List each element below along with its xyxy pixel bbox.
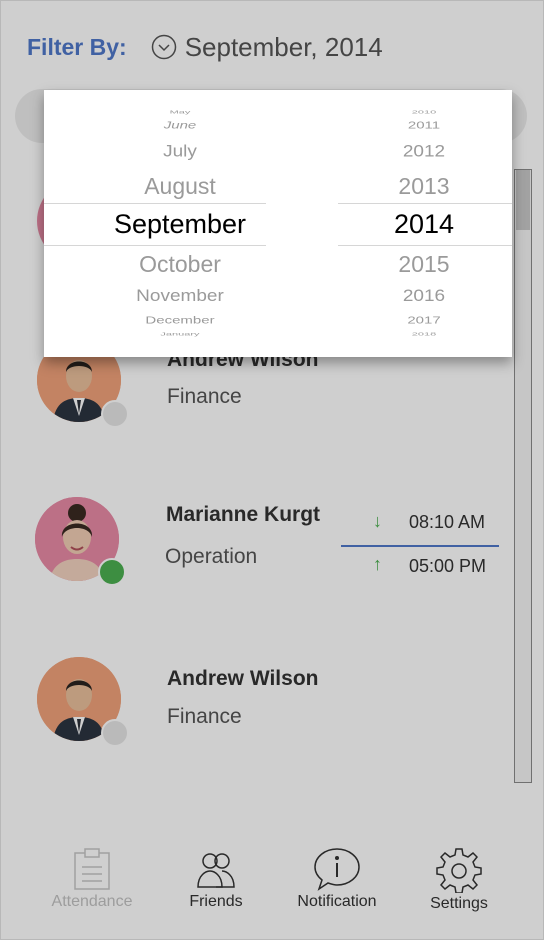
scrollbar[interactable] [514,169,532,783]
month-option[interactable]: December [44,315,316,327]
selection-line-top [44,203,266,204]
list-item[interactable]: Andrew Wilson Finance [1,655,521,755]
year-option[interactable]: 2018 [336,331,512,336]
info-icon [314,848,360,891]
year-option[interactable]: 2011 [336,120,512,132]
selection-line-bottom [44,245,266,246]
selection-line-top [338,203,512,204]
month-year-picker[interactable]: May June July August September October N… [44,90,512,357]
tab-label: Settings [430,895,488,912]
year-option[interactable]: 2010 [336,109,512,114]
filter-row[interactable]: Filter By: September, 2014 [27,29,383,65]
month-wheel[interactable]: May June July August September October N… [44,90,316,357]
year-option[interactable]: 2015 [336,251,512,278]
year-wheel[interactable]: 2010 2011 2012 2013 2014 2015 2016 2017 … [336,90,512,357]
employee-name: Andrew Wilson [167,667,319,690]
arrow-down-icon: ↓ [373,511,382,531]
month-option[interactable]: June [44,120,316,132]
month-option-selected[interactable]: September [44,209,316,240]
clipboard-icon [74,848,110,890]
chevron-down-circle-icon[interactable] [151,34,177,60]
tab-label: Friends [189,893,243,910]
filter-value[interactable]: September, 2014 [185,32,383,63]
attendance-times: ↓ 08:10 AM ↑ 05:00 PM [341,505,499,585]
month-option[interactable]: November [44,288,316,307]
year-option[interactable]: 2013 [336,173,512,200]
month-option[interactable]: August [44,173,316,200]
selection-line-bottom [338,245,512,246]
divider [341,545,499,547]
tab-label: Notification [297,893,377,910]
screen: Filter By: September, 2014 Andrew Wilson… [0,0,544,940]
status-online-indicator [98,558,126,586]
year-option[interactable]: 2017 [336,315,512,327]
check-in-time: 08:10 AM [409,512,486,532]
employee-department: Operation [165,545,258,568]
tab-friends[interactable]: Friends [156,847,276,911]
employee-department: Finance [167,385,242,408]
list-item[interactable]: Marianne Kurgt Operation ↓ 08:10 AM ↑ 05… [1,495,521,595]
tab-attendance[interactable]: Attendance [32,847,152,911]
scroll-thumb[interactable] [516,170,530,230]
employee-department: Finance [167,705,242,728]
tab-bar: Attendance Friends Notification Settings [1,841,543,931]
year-option[interactable]: 2012 [336,142,512,161]
tab-notification[interactable]: Notification [277,847,397,911]
arrow-up-icon: ↑ [373,554,382,574]
month-option[interactable]: January [44,331,316,336]
tab-label: Attendance [51,893,133,910]
employee-name: Marianne Kurgt [166,503,321,526]
month-option[interactable]: May [44,109,316,114]
month-option[interactable]: October [44,251,316,278]
year-option-selected[interactable]: 2014 [336,209,512,240]
friends-icon [197,853,235,888]
status-offline-indicator [101,400,129,428]
year-option[interactable]: 2016 [336,288,512,307]
check-out-time: 05:00 PM [409,556,487,576]
month-option[interactable]: July [44,142,316,161]
filter-label: Filter By: [27,33,127,60]
status-offline-indicator [101,719,129,747]
gear-icon [436,848,482,893]
tab-settings[interactable]: Settings [399,847,519,913]
